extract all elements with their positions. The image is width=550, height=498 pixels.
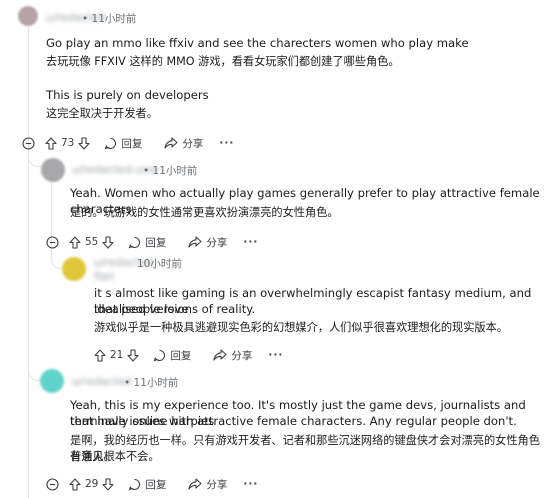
comment-text: This is purely on developers	[46, 88, 209, 102]
downvote-icon[interactable]	[78, 136, 90, 150]
collapse-icon[interactable]	[46, 477, 59, 491]
reply-button[interactable]: 回复	[145, 477, 166, 492]
avatar[interactable]	[40, 369, 64, 393]
collapse-icon[interactable]	[46, 235, 59, 249]
comment-text: that have issues with attractive female …	[70, 414, 517, 428]
user-flair: flair	[94, 270, 116, 283]
timestamp-text: 10小时前	[137, 258, 182, 270]
share-icon[interactable]	[188, 236, 202, 248]
share-icon[interactable]	[188, 478, 202, 490]
comment-translation: 去玩玩像 FFXIV 这样的 MMO 游戏，看看女玩家们都创建了哪些角色。	[46, 55, 400, 68]
reply-button[interactable]: 回复	[121, 136, 142, 151]
vote-count: 29	[85, 478, 99, 490]
upvote-icon[interactable]	[45, 136, 57, 150]
downvote-icon[interactable]	[127, 348, 139, 362]
upvote-icon[interactable]	[69, 477, 81, 491]
more-options-button[interactable]: ···	[219, 137, 234, 149]
upvote-icon[interactable]	[94, 348, 106, 362]
comment-text: Go play an mmo like ffxiv and see the ch…	[46, 36, 469, 50]
thread-line-main	[28, 28, 29, 498]
comment-translation: 游戏似乎是一种极具逃避现实色彩的幻想媒介，人们似乎很喜欢理想化的现实版本。	[94, 321, 508, 334]
share-icon[interactable]	[164, 137, 178, 149]
downvote-icon[interactable]	[102, 235, 114, 249]
comment-action-bar: 55 回复 分享 ···	[46, 233, 258, 251]
share-button[interactable]: 分享	[206, 477, 227, 492]
upvote-icon[interactable]	[69, 235, 81, 249]
timestamp: • 11小时前	[143, 165, 198, 177]
avatar[interactable]	[62, 257, 86, 281]
share-button[interactable]: 分享	[182, 136, 203, 151]
comment-action-bar: 29 回复 分享 ···	[46, 475, 258, 493]
timestamp: 10小时前	[137, 256, 182, 271]
comment-action-bar: 21 回复 分享 ···	[94, 346, 283, 364]
comment-text: idealised versions of reality.	[94, 302, 256, 316]
reply-icon[interactable]	[153, 349, 166, 362]
comment-translation: 普通人根本不会。	[70, 450, 160, 463]
comment-translation: 是的。玩游戏的女性通常更喜欢扮演漂亮的女性角色。	[70, 206, 339, 219]
comment-translation: 这完全取决于开发者。	[46, 107, 158, 120]
more-options-button[interactable]: ···	[243, 478, 258, 490]
share-button[interactable]: 分享	[206, 235, 227, 250]
vote-count: 55	[85, 236, 99, 248]
username[interactable]: u/redacted	[72, 375, 132, 388]
vote-count: 21	[110, 349, 124, 361]
reply-icon[interactable]	[128, 236, 141, 249]
comment-action-bar: 73 回复 分享 ···	[22, 134, 234, 152]
reply-icon[interactable]	[104, 137, 117, 150]
more-options-button[interactable]: ···	[268, 349, 283, 361]
avatar[interactable]	[41, 158, 65, 182]
avatar[interactable]	[18, 6, 38, 26]
more-options-button[interactable]: ···	[243, 236, 258, 248]
reply-button[interactable]: 回复	[145, 235, 166, 250]
reply-icon[interactable]	[128, 478, 141, 491]
timestamp-text: 11小时前	[133, 377, 179, 389]
timestamp-text: 11小时前	[91, 13, 137, 25]
reply-button[interactable]: 回复	[170, 348, 191, 363]
timestamp: • 11小时前	[82, 13, 137, 25]
downvote-icon[interactable]	[102, 477, 114, 491]
share-button[interactable]: 分享	[231, 348, 252, 363]
timestamp-text: 11小时前	[152, 165, 198, 177]
collapse-icon[interactable]	[22, 136, 35, 150]
vote-count: 73	[61, 137, 75, 149]
share-icon[interactable]	[213, 349, 227, 361]
timestamp: • 11小时前	[124, 377, 179, 389]
